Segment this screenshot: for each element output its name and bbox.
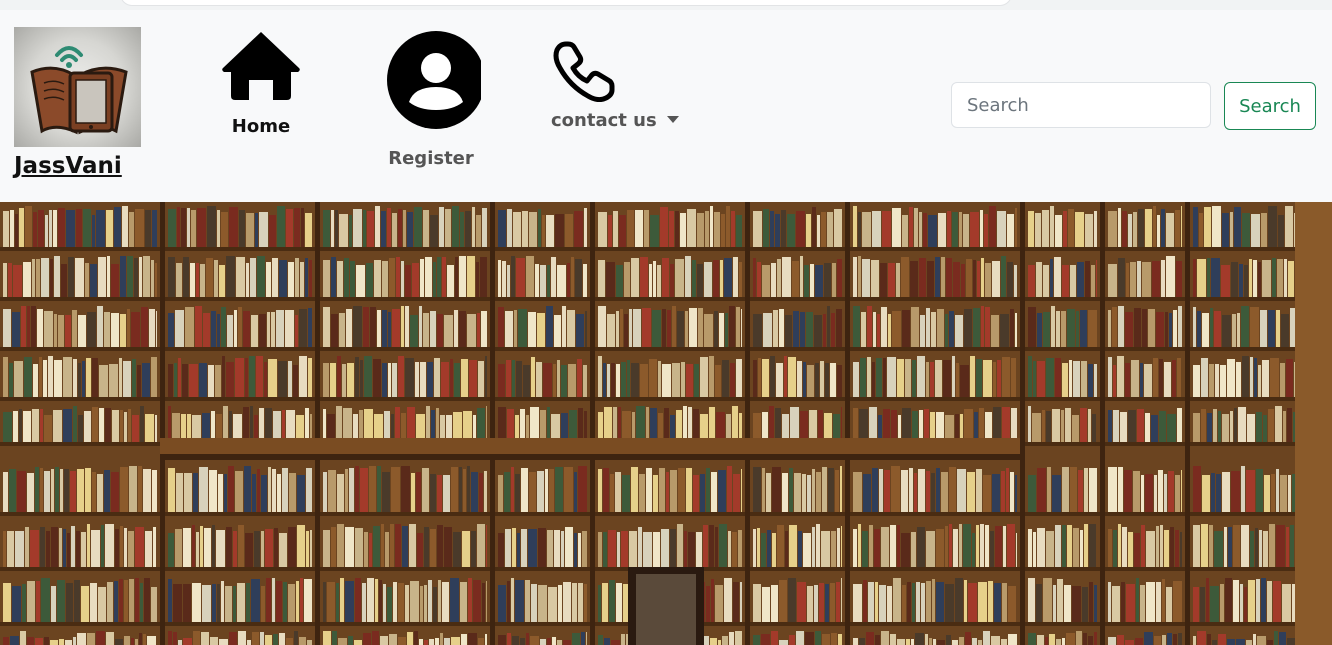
search-input[interactable]	[951, 82, 1211, 128]
nav-contact-dropdown[interactable]: contact us	[548, 40, 679, 131]
brand[interactable]: JassVani	[14, 27, 141, 179]
navbar: JassVani Home Register contact us Search	[0, 10, 1332, 202]
hero-library-image	[0, 202, 1332, 645]
nav-home[interactable]: Home	[218, 30, 304, 137]
nav-home-label: Home	[231, 116, 291, 137]
nav-register-label: Register	[388, 148, 474, 169]
browser-address-bar-edge	[120, 0, 1012, 6]
nav-contact-label: contact us	[551, 110, 657, 131]
account-circle-icon	[387, 31, 485, 129]
phone-icon	[553, 41, 615, 103]
nav-register[interactable]: Register	[376, 30, 486, 169]
search-button[interactable]: Search	[1224, 82, 1316, 130]
home-icon	[222, 32, 300, 100]
browser-top-strip	[0, 0, 1332, 10]
brand-logo-icon	[14, 27, 141, 147]
chevron-down-icon[interactable]	[666, 115, 679, 123]
brand-name[interactable]: JassVani	[14, 153, 122, 179]
